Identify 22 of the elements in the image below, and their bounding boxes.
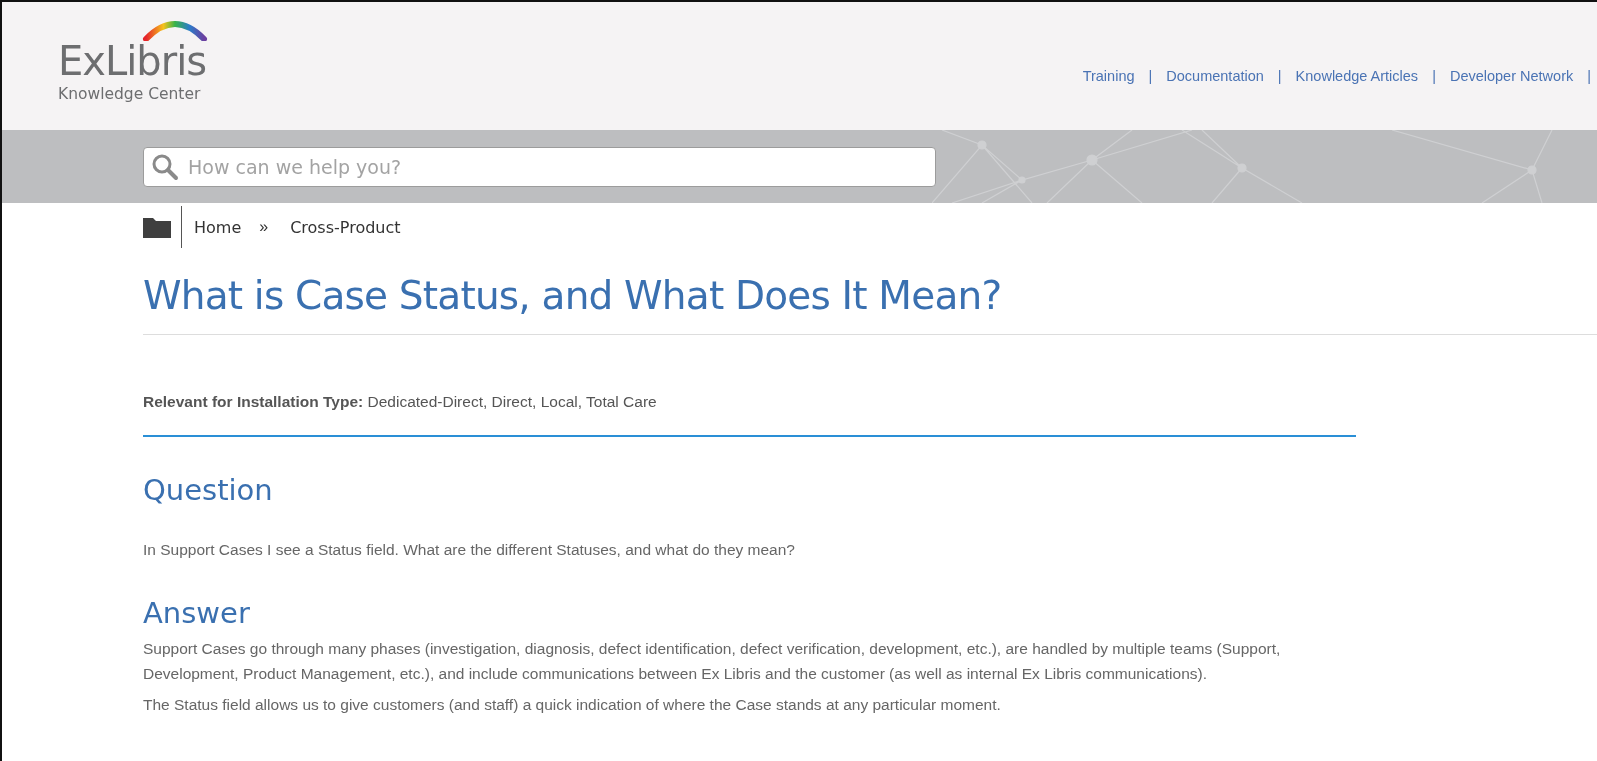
section-heading: Answer [143, 596, 251, 630]
nav-separator: | [1148, 68, 1153, 84]
nav-separator: | [1587, 68, 1591, 84]
installation-type-text: Relevant for Installation Type: Dedicated-Direct, Direct, Local, Total Care [143, 393, 658, 411]
nav-separator: | [1277, 68, 1282, 84]
breadcrumb-link[interactable]: Cross-Product [290, 217, 401, 237]
folder-icon [143, 216, 171, 238]
logo-subtitle: Knowledge Center [58, 85, 201, 103]
article-title: What is Case Status, and What Does It Mean? [143, 273, 1597, 335]
section-heading: Question [143, 473, 274, 507]
paragraph: Support Cases go through many phases (investigation, diagnosis, defect identification, defect verification, development, etc.), are handled by multiple teams (Support, Development, Product Management, etc.), and include communications between Ex Libris and the customer (as well as internal Ex Libris communications). [143, 639, 1282, 684]
breadcrumb-separator: » [259, 218, 269, 236]
nav-link[interactable]: Developer Network [1449, 68, 1574, 84]
nav-link[interactable]: Knowledge Articles [1295, 68, 1419, 84]
nav-link[interactable]: Documentation [1166, 68, 1264, 84]
search-field[interactable]: How can we help you? [143, 146, 936, 187]
paragraph: The Status field allows us to give customers (and staff) a quick indication of where the Case stands at any particular moment. [143, 695, 1002, 715]
logo-name: ExLibris [58, 39, 207, 83]
nav-link[interactable]: Training [1082, 68, 1135, 84]
breadcrumb-link[interactable]: Home [194, 217, 242, 237]
nav-separator: | [1432, 68, 1436, 84]
paragraph: In Support Cases I see a Status field. What are the different Statuses, and what do they mean? [143, 540, 796, 560]
